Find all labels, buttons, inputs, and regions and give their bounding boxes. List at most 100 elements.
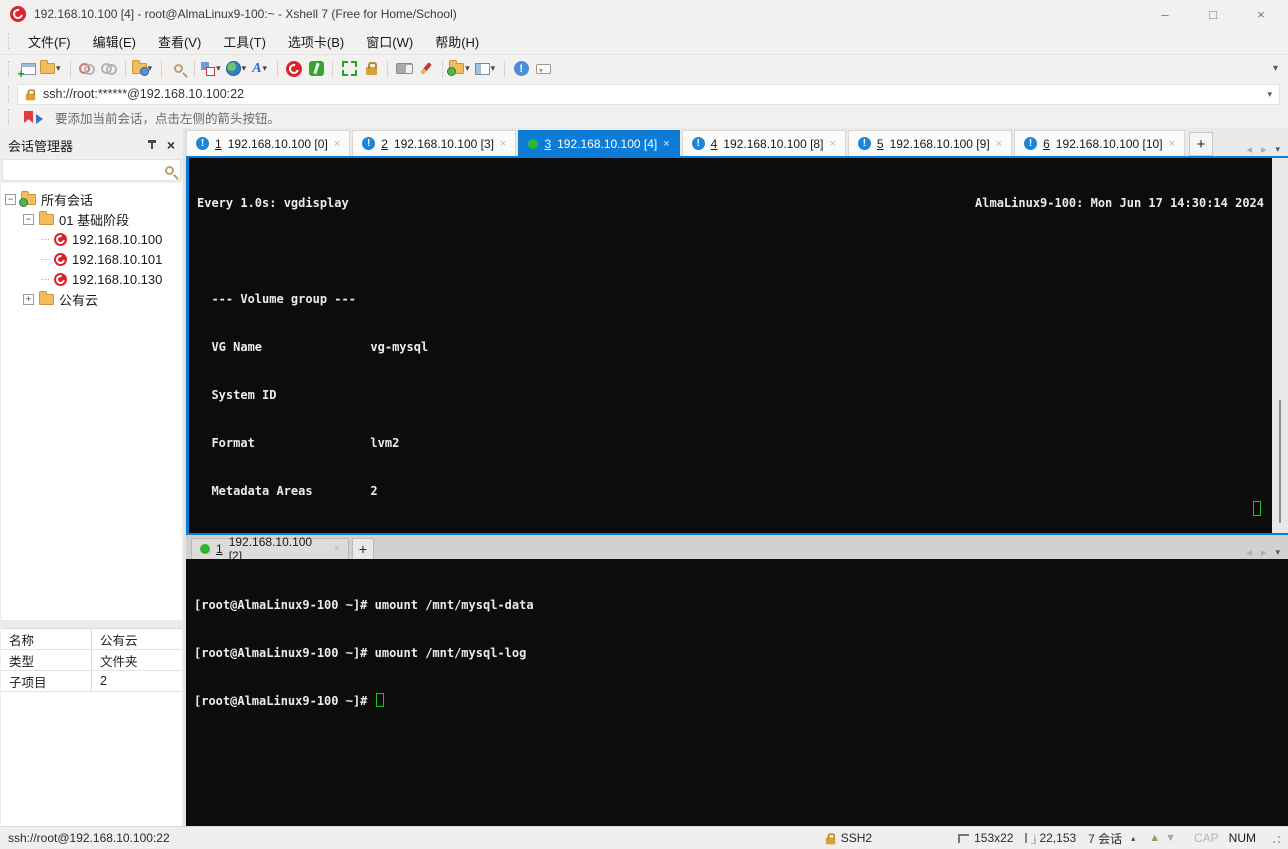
feedback-button[interactable] [533,57,553,81]
address-url[interactable]: ssh://root:******@192.168.10.100:22 [43,87,244,101]
close-button[interactable]: × [1254,7,1268,22]
tree-label[interactable]: 192.168.10.100 [72,232,162,247]
tree-item-folder-public-cloud[interactable]: + 公有云 [1,289,182,309]
window-layout-button[interactable]: ▾ [474,57,499,81]
menu-window[interactable]: 窗口(W) [355,28,424,55]
xshell-button[interactable] [284,57,304,81]
virtual-keyboard-button[interactable] [394,57,414,81]
xftp-button[interactable] [306,57,326,81]
tree-label[interactable]: 192.168.10.101 [72,252,162,267]
menu-tools[interactable]: 工具(T) [212,28,277,55]
scrollbar-thumb[interactable] [1279,400,1281,523]
tree-item-all-sessions[interactable]: − 所有会话 [1,189,182,209]
bottom-tab-nav-controls: ◂ ▸ ▾ [1246,546,1288,559]
sidebar-splitter[interactable] [0,620,183,628]
tab-session-2[interactable]: ! 2 192.168.10.100 [3] × [352,130,517,156]
address-dropdown-caret[interactable]: ▾ [1267,89,1272,100]
collapse-icon[interactable]: − [23,213,34,225]
open-session-button[interactable]: ▾ [40,57,64,81]
tree-label[interactable]: 所有会话 [41,190,93,209]
menu-view[interactable]: 查看(V) [147,28,212,55]
status-session-count[interactable]: 7 会话 ▴ [1088,830,1135,847]
bottom-tab-session-1[interactable]: 1 192.168.10.100 [2] × [191,535,349,563]
tab-close-icon[interactable]: × [1169,138,1175,150]
scroll-down-icon[interactable]: ▼ [1165,832,1176,844]
alert-icon: ! [1024,137,1038,150]
tab-session-5[interactable]: ! 5 192.168.10.100 [9] × [847,130,1013,156]
menu-help[interactable]: 帮助(H) [424,28,490,55]
terminal-size-label: 153x22 [974,831,1014,845]
reconnect-button[interactable] [99,57,119,81]
maximize-button[interactable]: □ [1206,7,1220,22]
session-manager-header: 会话管理器 × [0,134,183,156]
tab-session-4[interactable]: ! 4 192.168.10.100 [8] × [681,130,846,156]
menu-tabs[interactable]: 选项卡(B) [277,28,355,55]
tab-scroll-left-icon[interactable]: ◂ [1246,143,1252,156]
tab-list-caret[interactable]: ▾ [1275,144,1280,155]
tab-session-1[interactable]: ! 1 192.168.10.100 [0] × [186,130,351,156]
collapse-icon[interactable]: − [5,193,16,205]
tab-close-icon[interactable]: × [334,138,340,150]
tab-close-icon[interactable]: × [829,138,835,150]
tab-session-3-active[interactable]: 3 192.168.10.100 [4] × [518,130,680,156]
help-button[interactable]: ! [511,57,531,81]
highlight-button[interactable] [416,57,436,81]
terminal-line: Metadata Sequence No 3 [197,531,1264,533]
alert-icon: ! [857,137,871,150]
address-field[interactable]: ssh://root:******@192.168.10.100:22 ▾ [17,83,1280,105]
tree-item-folder-basics[interactable]: − 01 基础阶段 [1,209,182,229]
terminal-scrollbar[interactable] [1272,158,1288,533]
new-file-caret[interactable]: ▾ [465,63,470,74]
font-caret[interactable]: ▾ [263,63,268,74]
window-layout-caret[interactable]: ▾ [491,63,496,74]
new-tab-button[interactable]: + [1188,132,1213,156]
toolbar-separator [387,60,389,77]
tab-scroll-right-icon[interactable]: ▸ [1261,143,1267,156]
layout-select-button[interactable]: ▾ [201,57,224,81]
font-button[interactable]: A ▾ [251,57,271,81]
new-file-button[interactable]: ▾ [447,57,473,81]
lock-screen-button[interactable] [361,57,381,81]
tree-item-session-130[interactable]: 192.168.10.130 [1,269,182,289]
folder-icon [39,290,54,305]
tab-list-caret[interactable]: ▾ [1275,547,1280,558]
tree-label[interactable]: 公有云 [59,290,98,309]
menu-file[interactable]: 文件(F) [17,28,82,55]
tab-close-icon[interactable]: × [663,138,669,150]
open-session-caret[interactable]: ▾ [56,63,61,74]
terminal-shell[interactable]: [root@AlmaLinux9-100 ~]# umount /mnt/mys… [186,559,1288,826]
pin-icon[interactable] [147,139,157,151]
tab-scroll-right-icon[interactable]: ▸ [1261,546,1267,559]
layout-select-caret[interactable]: ▾ [216,63,221,74]
tab-session-6[interactable]: ! 6 192.168.10.100 [10] × [1014,130,1185,156]
menu-edit[interactable]: 编辑(E) [82,28,147,55]
alert-icon: ! [196,137,209,150]
new-terminal-button[interactable] [18,57,38,81]
tab-scroll-left-icon[interactable]: ◂ [1246,546,1252,559]
disconnect-button[interactable] [77,57,97,81]
find-icon [173,64,183,73]
find-button[interactable] [168,57,188,81]
encoding-caret[interactable]: ▾ [242,63,247,74]
session-search-input[interactable] [2,159,181,181]
session-count-caret[interactable]: ▴ [1131,834,1135,843]
minimize-button[interactable]: – [1158,7,1172,22]
tree-item-session-100[interactable]: 192.168.10.100 [1,229,182,249]
resize-grip[interactable] [1270,833,1280,843]
sidebar-close-icon[interactable]: × [167,137,175,153]
tab-close-icon[interactable]: × [996,138,1002,150]
tree-label[interactable]: 192.168.10.130 [72,272,162,287]
bottom-new-tab-button[interactable]: + [352,538,374,559]
tree-item-session-101[interactable]: 192.168.10.101 [1,249,182,269]
tab-close-icon[interactable]: × [334,543,340,555]
tree-label[interactable]: 01 基础阶段 [59,210,129,229]
new-terminal-icon [18,62,36,81]
expand-icon[interactable]: + [23,293,34,305]
session-properties-button[interactable]: ▾ [131,57,156,81]
terminal-watch-vgdisplay[interactable]: Every 1.0s: vgdisplay AlmaLinux9-100: Mo… [186,158,1288,533]
encoding-button[interactable]: ▾ [225,57,250,81]
tab-close-icon[interactable]: × [500,138,506,150]
scroll-up-icon[interactable]: ▲ [1149,832,1160,844]
toolbar-overflow-caret[interactable]: ▾ [1273,63,1288,74]
fullscreen-button[interactable] [339,57,359,81]
